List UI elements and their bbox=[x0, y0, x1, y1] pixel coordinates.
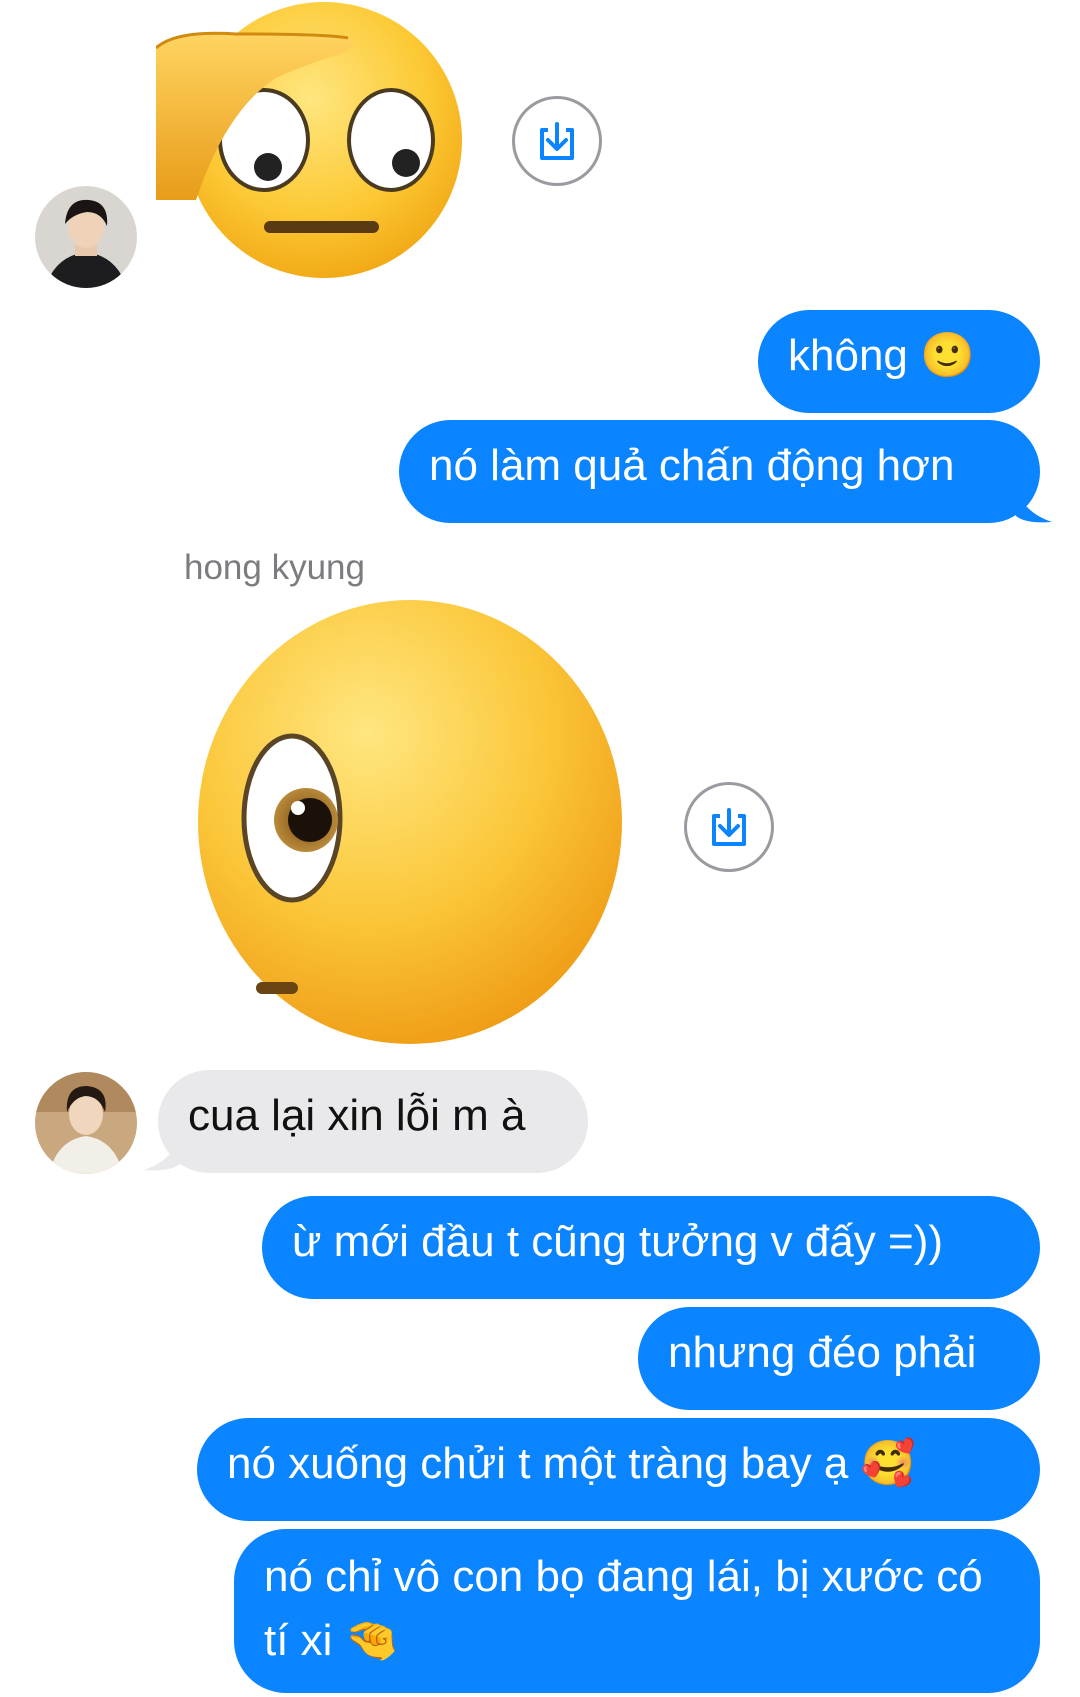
message-bubble-outgoing[interactable]: nó chỉ vô con bọ đang lái, bị xước có tí… bbox=[234, 1529, 1040, 1693]
bubble-tail bbox=[1016, 486, 1052, 523]
message-text: nhưng đéo phải bbox=[668, 1328, 977, 1377]
message-bubble-outgoing[interactable]: không 🙂 bbox=[758, 310, 1040, 413]
download-tray-icon bbox=[712, 808, 746, 846]
message-bubble-incoming[interactable]: cua lại xin lỗi m à bbox=[158, 1070, 588, 1173]
message-text: nó xuống chửi t một tràng bay ạ 🥰 bbox=[227, 1439, 916, 1488]
avatar[interactable] bbox=[35, 1072, 137, 1174]
message-bubble-outgoing[interactable]: ừ mới đầu t cũng tưởng v đấy =)) bbox=[262, 1196, 1040, 1299]
download-tray-icon bbox=[540, 122, 574, 160]
avatar[interactable] bbox=[35, 186, 137, 288]
message-text: cua lại xin lỗi m à bbox=[188, 1091, 526, 1140]
save-sticker-button[interactable] bbox=[512, 96, 602, 186]
message-text: nó chỉ vô con bọ đang lái, bị xước có tí… bbox=[264, 1552, 983, 1665]
sender-name: hong kyung bbox=[184, 548, 365, 587]
message-text: ừ mới đầu t cũng tưởng v đấy =)) bbox=[292, 1217, 943, 1266]
message-bubble-outgoing[interactable]: nó làm quả chấn động hơn bbox=[399, 420, 1040, 523]
face-with-hand-over-eye-sticker[interactable] bbox=[154, 0, 466, 280]
message-text: nó làm quả chấn động hơn bbox=[429, 441, 955, 490]
face-with-one-eye-sticker[interactable] bbox=[186, 600, 636, 1050]
save-sticker-button[interactable] bbox=[684, 782, 774, 872]
message-text: không 🙂 bbox=[788, 331, 975, 380]
message-bubble-outgoing[interactable]: nó xuống chửi t một tràng bay ạ 🥰 bbox=[197, 1418, 1040, 1521]
bubble-tail bbox=[144, 1134, 180, 1171]
message-bubble-outgoing[interactable]: nhưng đéo phải bbox=[638, 1307, 1040, 1410]
